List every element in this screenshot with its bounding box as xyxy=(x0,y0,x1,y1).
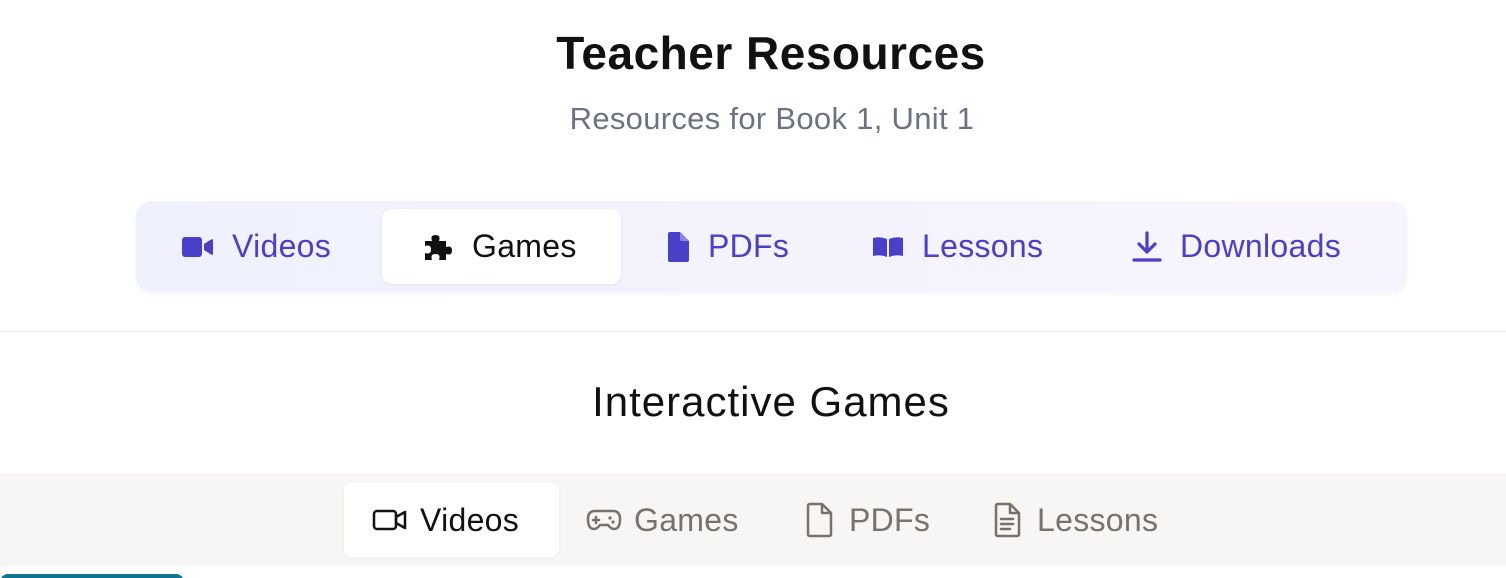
tab-lessons-label: Lessons xyxy=(922,228,1044,264)
secondary-tab-videos[interactable]: Videos xyxy=(344,483,559,557)
tab-games[interactable]: Games xyxy=(382,209,621,284)
secondary-tab-videos-label: Videos xyxy=(420,501,520,538)
tab-games-label: Games xyxy=(472,228,577,264)
secondary-tab-games-label: Games xyxy=(634,501,739,538)
secondary-tab-lessons[interactable]: Lessons xyxy=(991,483,1158,557)
primary-tab-bar: Videos Games PDFs Lessons Downloads xyxy=(136,201,1407,292)
document-icon xyxy=(666,231,690,263)
secondary-tab-bar: Videos Games PDFs Lessons xyxy=(0,473,1506,566)
puzzle-piece-icon xyxy=(422,232,454,262)
page-subtitle: Resources for Book 1, Unit 1 xyxy=(569,101,975,136)
download-icon xyxy=(1132,230,1162,263)
teal-card-edge xyxy=(0,574,184,578)
section-divider xyxy=(0,331,1506,332)
tab-videos[interactable]: Videos xyxy=(182,209,331,284)
tab-downloads[interactable]: Downloads xyxy=(1132,209,1341,284)
tab-videos-label: Videos xyxy=(232,228,332,264)
video-camera-icon xyxy=(182,236,214,258)
open-book-icon xyxy=(872,235,904,259)
tab-pdfs-label: PDFs xyxy=(708,228,790,264)
file-text-icon xyxy=(991,502,1025,538)
secondary-tab-lessons-label: Lessons xyxy=(1037,501,1159,538)
tab-pdfs[interactable]: PDFs xyxy=(666,209,789,284)
secondary-tab-pdfs-label: PDFs xyxy=(849,501,931,538)
section-title: Interactive Games xyxy=(592,378,950,425)
tab-lessons[interactable]: Lessons xyxy=(872,209,1043,284)
video-outline-icon xyxy=(372,507,408,533)
tab-downloads-label: Downloads xyxy=(1180,228,1342,264)
gamepad-icon xyxy=(586,507,622,533)
file-outline-icon xyxy=(803,502,837,538)
secondary-tab-games[interactable]: Games xyxy=(586,483,739,557)
page: Teacher Resources Resources for Book 1, … xyxy=(0,0,1506,578)
page-title: Teacher Resources xyxy=(556,27,986,79)
secondary-tab-pdfs[interactable]: PDFs xyxy=(803,483,930,557)
